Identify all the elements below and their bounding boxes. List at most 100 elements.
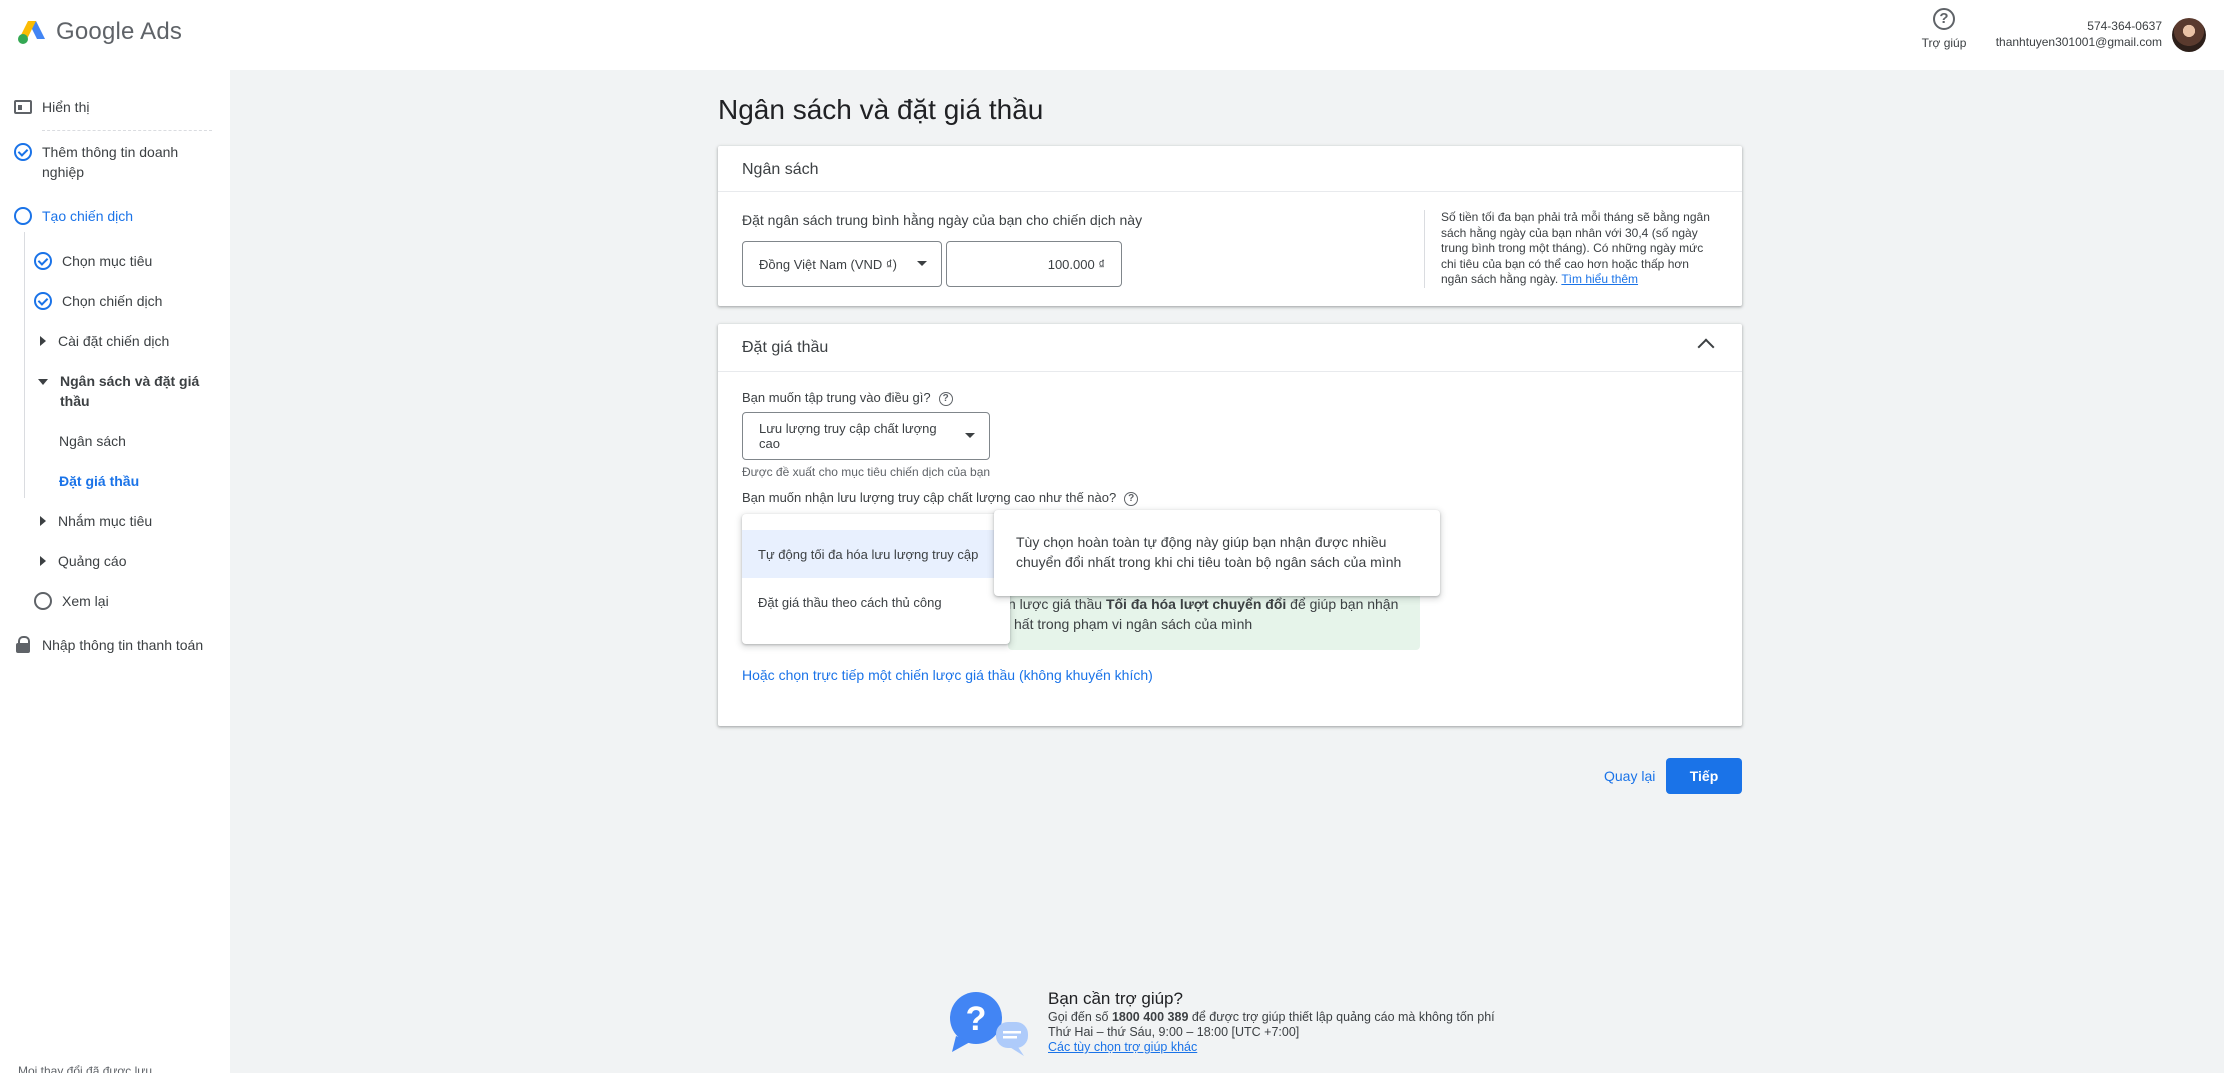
expand-arrow-icon xyxy=(40,336,46,346)
recommendation-line-2: hất trong phạm vi ngân sách của mình xyxy=(1014,616,1253,632)
budget-card-header: Ngân sách xyxy=(718,146,1742,192)
account-info[interactable]: 574-364-0637 thanhtuyen301001@gmail.com xyxy=(1996,18,2162,50)
more-help-options-link[interactable]: Các tùy chọn trợ giúp khác xyxy=(1048,1040,1495,1055)
dropdown-caret-icon xyxy=(917,261,927,266)
saved-status: Mọi thay đổi đã được lưu xyxy=(18,1064,152,1073)
support-phone: 1800 400 389 xyxy=(1111,1010,1189,1024)
next-button[interactable]: Tiếp xyxy=(1666,758,1742,794)
sidebar-item-review[interactable]: Xem lại xyxy=(34,591,109,611)
sidebar-item-label: Nhập thông tin thanh toán xyxy=(42,637,204,653)
budget-heading: Ngân sách xyxy=(742,161,819,178)
check-circle-icon xyxy=(34,252,52,270)
help-icon: ? xyxy=(1933,8,1955,30)
focus-value: Lưu lượng truy cập chất lượng cao xyxy=(759,421,937,451)
support-chat-icon: ? xyxy=(950,992,1028,1056)
learn-more-link[interactable]: Tìm hiểu thêm xyxy=(1561,272,1638,286)
focus-hint: Được đề xuất cho mục tiêu chiến dịch của… xyxy=(742,465,991,479)
lock-icon xyxy=(14,636,32,654)
collapse-arrow-icon xyxy=(38,379,48,385)
call-prefix: Gọi đến số xyxy=(1048,1010,1112,1024)
brand-name: Google Ads xyxy=(56,18,183,45)
sidebar-item-budget[interactable]: Ngân sách xyxy=(59,431,126,451)
currency-value: Đồng Việt Nam (VND ₫) xyxy=(759,256,897,272)
sidebar-item-budget-bidding[interactable]: Ngân sách và đặt giá thầu xyxy=(34,371,214,411)
sidebar-item-label: Đặt giá thầu xyxy=(59,473,140,489)
footer-hours: Thứ Hai – thứ Sáu, 9:00 – 18:00 [UTC +7:… xyxy=(1048,1025,1300,1039)
sidebar-item-label: Nhắm mục tiêu xyxy=(58,513,153,529)
bidding-heading: Đặt giá thầu xyxy=(742,339,829,356)
check-circle-icon xyxy=(34,292,52,310)
footer-help-title: Bạn cần trợ giúp? xyxy=(1048,989,1183,1008)
sidebar-item-campaign-settings[interactable]: Cài đặt chiến dịch xyxy=(34,331,169,351)
question-icon[interactable]: ? xyxy=(938,391,953,406)
sidebar-item-label: Chọn mục tiêu xyxy=(62,253,153,269)
tree-line xyxy=(24,232,25,498)
avatar[interactable] xyxy=(2172,18,2206,52)
help-label: Trợ giúp xyxy=(1921,36,1967,50)
sidebar-item-display[interactable]: Hiển thị xyxy=(14,97,89,117)
how-question-text: Bạn muốn nhận lưu lượng truy cập chất lư… xyxy=(742,490,1117,505)
sidebar-item-targeting[interactable]: Nhắm mục tiêu xyxy=(34,511,152,531)
top-bar: Google Ads ? Trợ giúp 574-364-0637 thanh… xyxy=(0,0,2224,70)
bidding-card-header[interactable]: Đặt giá thầu xyxy=(718,324,1742,372)
google-ads-logo-icon xyxy=(18,21,45,44)
divider xyxy=(42,130,212,131)
sidebar-item-business-info[interactable]: Thêm thông tin doanh nghiệp xyxy=(14,142,214,182)
sidebar-item-choose-campaign[interactable]: Chọn chiến dịch xyxy=(34,291,162,311)
sidebar-item-label: Tạo chiến dịch xyxy=(42,208,134,224)
focus-question-text: Bạn muốn tập trung vào điều gì? xyxy=(742,390,931,405)
sidebar-item-choose-goal[interactable]: Chọn mục tiêu xyxy=(34,251,152,271)
recommendation-line-1: n lược giá thầu Tối đa hóa lượt chuyển đ… xyxy=(1008,594,1420,614)
bidding-card: Đặt giá thầu Bạn muốn tập trung vào điều… xyxy=(718,324,1742,726)
dropdown-caret-icon xyxy=(965,433,975,438)
sidebar-item-label: Ngân sách xyxy=(59,433,126,449)
account-phone: 574-364-0637 xyxy=(2087,19,2162,33)
option-maximize-traffic[interactable]: Tự động tối đa hóa lưu lượng truy cập xyxy=(742,530,1010,578)
sidebar-item-label: Chọn chiến dịch xyxy=(62,293,163,309)
note-suffix: để giúp bạn nhận xyxy=(1286,596,1399,612)
sidebar-item-label: Xem lại xyxy=(62,593,109,609)
how-question: Bạn muốn nhận lưu lượng truy cập chất lư… xyxy=(742,490,1139,506)
focus-question: Bạn muốn tập trung vào điều gì?? xyxy=(742,390,953,406)
page-title: Ngân sách và đặt giá thầu xyxy=(718,94,1044,125)
sidebar-item-label: Hiển thị xyxy=(42,99,90,115)
sidebar: Hiển thị Thêm thông tin doanh nghiệp Tạo… xyxy=(0,70,230,1073)
call-suffix: để được trợ giúp thiết lập quảng cáo mà … xyxy=(1188,1010,1495,1024)
sidebar-item-ads[interactable]: Quảng cáo xyxy=(34,551,127,571)
option-tooltip: Tùy chọn hoàn toàn tự động này giúp bạn … xyxy=(994,510,1440,596)
question-icon[interactable]: ? xyxy=(1124,491,1139,506)
currency-select[interactable]: Đồng Việt Nam (VND ₫) xyxy=(742,241,942,287)
sidebar-item-label: Quảng cáo xyxy=(58,553,127,569)
expand-arrow-icon xyxy=(40,556,46,566)
footer-help: Bạn cần trợ giúp? Gọi đến số 1800 400 38… xyxy=(1048,989,1495,1055)
strategy-dropdown-menu: Tự động tối đa hóa lưu lượng truy cập Đặ… xyxy=(742,514,1010,644)
sidebar-item-create-campaign[interactable]: Tạo chiến dịch xyxy=(14,206,133,226)
focus-select[interactable]: Lưu lượng truy cập chất lượng cao xyxy=(742,412,990,460)
sidebar-item-label: Cài đặt chiến dịch xyxy=(58,333,170,349)
help-button[interactable]: ? Trợ giúp xyxy=(1916,8,1972,50)
check-circle-icon xyxy=(14,143,32,161)
google-ads-logo[interactable]: Google Ads xyxy=(18,18,182,46)
budget-info: Số tiền tối đa bạn phải trả mỗi tháng sẽ… xyxy=(1424,210,1718,288)
budget-card: Ngân sách Đặt ngân sách trung bình hằng … xyxy=(718,146,1742,306)
account-email: thanhtuyen301001@gmail.com xyxy=(1995,35,2162,49)
budget-amount-value: 100.000 ₫ xyxy=(1047,256,1105,272)
sidebar-item-bidding[interactable]: Đặt giá thầu xyxy=(59,471,139,491)
chevron-up-icon[interactable] xyxy=(1697,338,1715,356)
option-manual-bidding[interactable]: Đặt giá thầu theo cách thủ công xyxy=(742,578,1010,626)
expand-arrow-icon xyxy=(40,516,46,526)
circle-icon xyxy=(34,592,52,610)
budget-amount-input[interactable]: 100.000 ₫ xyxy=(946,241,1122,287)
display-icon xyxy=(14,100,32,114)
svg-text:?: ? xyxy=(966,1000,987,1038)
sidebar-item-label: Thêm thông tin doanh nghiệp xyxy=(42,144,179,180)
sidebar-item-payment[interactable]: Nhập thông tin thanh toán xyxy=(14,635,203,655)
footer-call-line: Gọi đến số 1800 400 389 để được trợ giúp… xyxy=(1048,1010,1495,1025)
note-strategy: Tối đa hóa lượt chuyển đổi xyxy=(1105,596,1287,612)
budget-prompt: Đặt ngân sách trung bình hằng ngày của b… xyxy=(742,212,1143,228)
note-prefix: n lược giá thầu xyxy=(1008,596,1106,612)
sidebar-item-label: Ngân sách và đặt giá thầu xyxy=(60,373,200,409)
circle-icon xyxy=(14,207,32,225)
back-button[interactable]: Quay lại xyxy=(1604,768,1655,784)
alt-strategy-link[interactable]: Hoặc chọn trực tiếp một chiến lược giá t… xyxy=(742,667,1153,683)
